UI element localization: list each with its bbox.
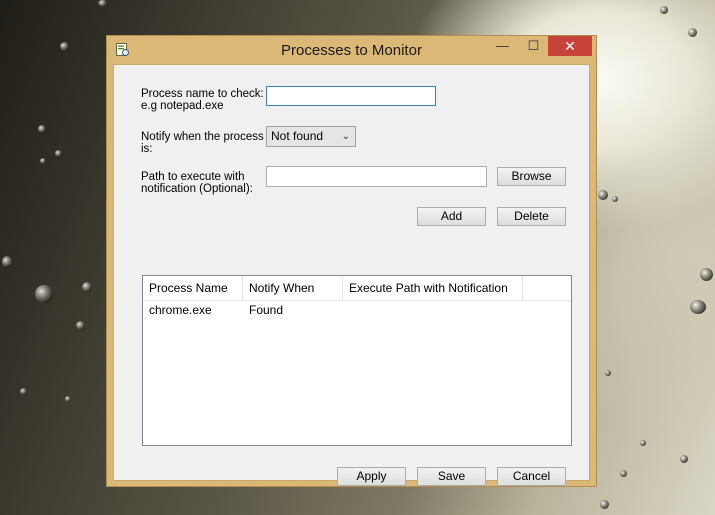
water-drop <box>640 440 646 446</box>
column-header-execute-path[interactable]: Execute Path with Notification <box>343 276 523 300</box>
notify-dropdown[interactable]: Not found ⌄ <box>266 126 356 147</box>
water-drop <box>98 0 108 6</box>
water-drop <box>60 42 69 51</box>
browse-button[interactable]: Browse <box>497 167 566 186</box>
notify-selected-value: Not found <box>271 129 324 143</box>
path-input[interactable] <box>266 166 487 187</box>
path-label-line2: notification (Optional): <box>141 183 253 195</box>
water-drop <box>680 455 688 463</box>
water-drop <box>612 196 618 202</box>
close-icon: ✕ <box>564 38 576 54</box>
column-header-process-name[interactable]: Process Name <box>143 276 243 300</box>
water-drop <box>690 300 706 314</box>
notify-label: Notify when the process <box>141 131 264 143</box>
water-drop <box>20 388 27 395</box>
apply-button[interactable]: Apply <box>337 467 406 486</box>
title-bar[interactable]: Processes to Monitor — ☐ ✕ <box>107 36 596 64</box>
water-drop <box>688 28 697 37</box>
water-drop <box>35 285 53 303</box>
minimize-button[interactable]: — <box>489 36 516 56</box>
water-drop <box>65 396 71 402</box>
water-drop <box>82 282 92 292</box>
path-label: Path to execute with <box>141 171 245 183</box>
water-drop <box>2 256 12 268</box>
save-button[interactable]: Save <box>417 467 486 486</box>
process-list[interactable]: Process Name Notify When Execute Path wi… <box>142 275 572 446</box>
water-drop <box>55 150 62 157</box>
processes-dialog: Processes to Monitor — ☐ ✕ Process name … <box>106 35 597 487</box>
column-header-notify-when[interactable]: Notify When <box>243 276 343 300</box>
water-drop <box>598 190 608 200</box>
chevron-down-icon: ⌄ <box>341 131 350 142</box>
water-drop <box>660 6 668 14</box>
process-name-hint: e.g notepad.exe <box>141 100 224 112</box>
water-drop <box>605 370 611 376</box>
row-notify-when: Found <box>249 303 284 317</box>
notify-label-line2: is: <box>141 143 153 155</box>
table-row[interactable]: chrome.exe Found <box>143 300 571 320</box>
minimize-icon: — <box>496 38 509 53</box>
process-name-input[interactable] <box>266 86 436 106</box>
water-drop <box>40 158 46 164</box>
delete-button[interactable]: Delete <box>497 207 566 226</box>
process-name-label: Process name to check: <box>141 88 264 100</box>
water-drop <box>700 268 713 281</box>
close-button[interactable]: ✕ <box>548 36 592 56</box>
add-button[interactable]: Add <box>417 207 486 226</box>
list-header: Process Name Notify When Execute Path wi… <box>143 276 571 301</box>
water-drop <box>76 321 85 330</box>
water-drop <box>620 470 627 477</box>
row-process-name: chrome.exe <box>149 303 212 317</box>
maximize-button[interactable]: ☐ <box>520 36 547 56</box>
water-drop <box>38 125 46 133</box>
maximize-icon: ☐ <box>527 38 540 53</box>
cancel-button[interactable]: Cancel <box>497 467 566 486</box>
water-drop <box>600 500 609 509</box>
dialog-body: Process name to check: e.g notepad.exe N… <box>113 64 590 486</box>
